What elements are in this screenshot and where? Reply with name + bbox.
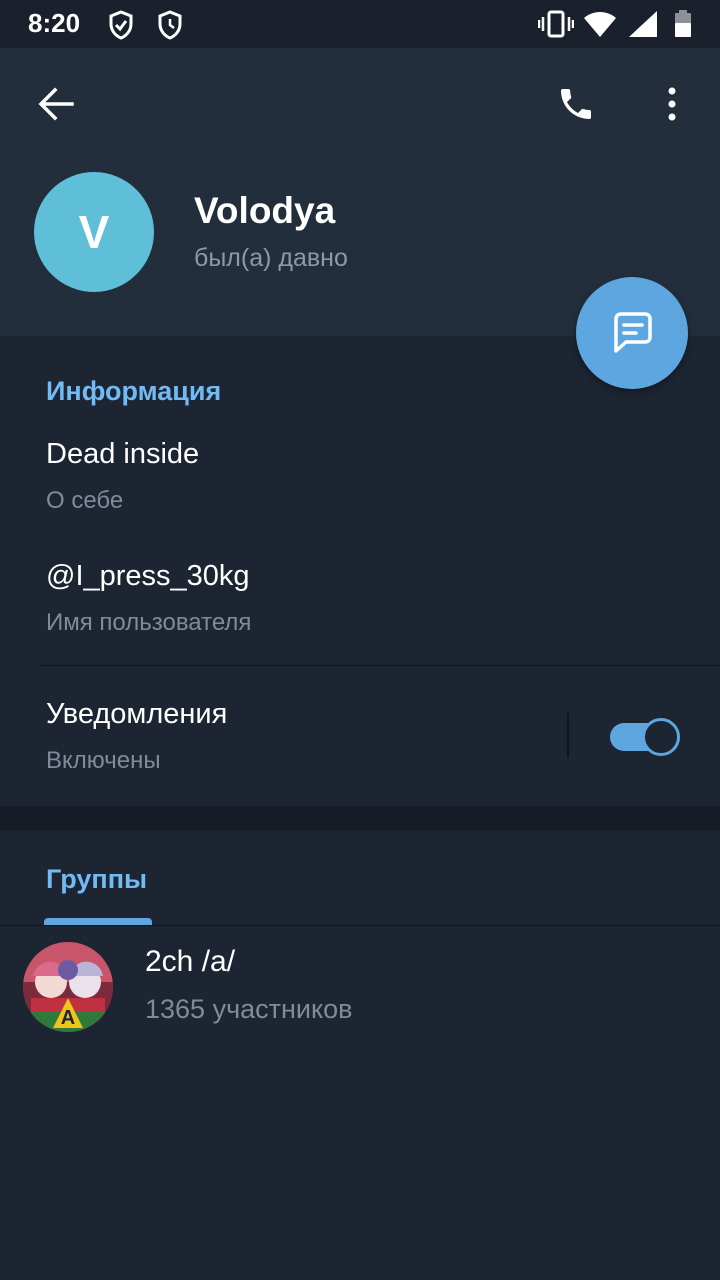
notifications-row[interactable] (0, 666, 560, 806)
toggle-divider (567, 713, 569, 757)
vibrate-icon (538, 10, 574, 38)
phone-icon[interactable] (556, 84, 596, 124)
notifications-label: Уведомления (46, 698, 228, 730)
status-time: 8:20 (28, 8, 81, 38)
shield-icon (109, 10, 133, 40)
tab-groups[interactable]: Группы (46, 864, 147, 895)
svg-text:A: A (61, 1007, 75, 1029)
signal-icon (629, 11, 657, 37)
shield-clock-icon (158, 10, 182, 40)
profile-name: Volodya (194, 190, 336, 231)
chat-icon (614, 312, 652, 353)
last-seen-status: был(а) давно (194, 244, 348, 272)
avatar-letter: V (78, 206, 110, 258)
group-avatar-image: A (23, 942, 113, 1032)
message-fab[interactable] (576, 277, 688, 389)
group-members: 1365 участников (145, 994, 353, 1024)
notifications-toggle[interactable] (610, 718, 680, 756)
username-label: Имя пользователя (46, 609, 252, 636)
section-gap (0, 806, 720, 830)
toggle-knob (642, 718, 680, 756)
group-avatar: A (23, 942, 113, 1032)
avatar[interactable]: V (34, 172, 154, 292)
bio-label: О себе (46, 487, 124, 514)
more-vert-icon[interactable] (664, 86, 680, 122)
groups-section (0, 830, 720, 1280)
notifications-state: Включены (46, 747, 161, 774)
group-name: 2ch /a/ (145, 945, 236, 978)
info-section-title: Информация (46, 376, 222, 406)
back-arrow-icon[interactable] (38, 87, 74, 121)
status-bar: 8:20 (0, 0, 720, 48)
tab-indicator (44, 918, 152, 925)
username-text: @I_press_30kg (46, 560, 250, 592)
wifi-icon (584, 12, 616, 37)
bio-text: Dead inside (46, 438, 200, 470)
battery-icon (675, 10, 691, 37)
